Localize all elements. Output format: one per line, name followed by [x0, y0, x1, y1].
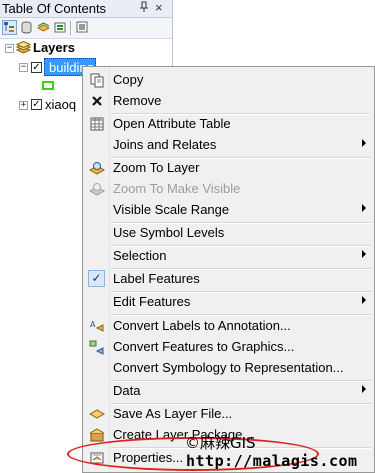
layers-frame-icon: [15, 40, 32, 57]
menu-item-convert-features-to-graphics[interactable]: Convert Features to Graphics...: [85, 337, 370, 357]
menu-item-label: Edit Features: [113, 294, 191, 309]
toolbar-separator: [70, 21, 71, 35]
menu-item-visible-scale-range[interactable]: Visible Scale Range: [85, 200, 370, 220]
menu-item-label: Use Symbol Levels: [113, 225, 225, 240]
watermark-url: http://malagis.com: [186, 452, 358, 470]
toc-title: Table Of Contents: [2, 1, 107, 16]
menu-item-label: Label Features: [113, 271, 200, 286]
watermark-text: ©麻辣GIS: [185, 434, 256, 452]
buildings-collapse-icon[interactable]: −: [19, 63, 28, 72]
menu-item-open-attribute-table[interactable]: Open Attribute Table: [85, 114, 370, 134]
menu-item-label: Convert Symbology to Representation...: [113, 360, 344, 375]
layer-context-menu: Copy Remove Open Attribute Table Joins a…: [82, 66, 375, 473]
zoom-visible-icon: [88, 181, 106, 197]
menu-item-label: Data: [113, 383, 141, 398]
pin-icon[interactable]: [139, 1, 149, 16]
submenu-arrow-icon: [362, 296, 366, 304]
menu-item-selection[interactable]: Selection: [85, 246, 370, 266]
xiaoq-expand-icon[interactable]: +: [19, 101, 28, 110]
menu-item-label: Joins and Relates: [113, 137, 217, 152]
submenu-arrow-icon: [362, 139, 366, 147]
convert-features-icon: [89, 339, 105, 355]
menu-item-convert-symbology-to-representation[interactable]: Convert Symbology to Representation...: [85, 358, 370, 378]
menu-item-zoom-to-layer[interactable]: Zoom To Layer: [85, 158, 370, 178]
submenu-arrow-icon: [362, 385, 366, 393]
menu-item-label: Zoom To Layer: [113, 160, 200, 175]
menu-item-label-features[interactable]: ✓ Label Features: [85, 269, 370, 289]
convert-labels-icon: A: [89, 318, 105, 334]
toc-toolbar: [0, 18, 172, 39]
svg-text:A: A: [90, 320, 96, 329]
layer-xiaoq-name[interactable]: xiaoq: [45, 97, 76, 112]
menu-item-joins-and-relates[interactable]: Joins and Relates: [85, 135, 370, 155]
menu-item-copy[interactable]: Copy: [85, 70, 370, 90]
menu-item-label: Selection: [113, 248, 167, 263]
submenu-arrow-icon: [362, 204, 366, 212]
remove-icon: [89, 93, 105, 109]
close-icon[interactable]: ×: [155, 0, 163, 15]
list-by-selection-icon[interactable]: [53, 20, 68, 35]
menu-item-save-as-layer-file[interactable]: Save As Layer File...: [85, 404, 370, 424]
list-by-drawing-order-icon[interactable]: [2, 20, 17, 35]
menu-item-use-symbol-levels[interactable]: Use Symbol Levels: [85, 223, 370, 243]
menu-item-label: Visible Scale Range: [113, 202, 230, 217]
menu-item-zoom-to-make-visible[interactable]: Zoom To Make Visible: [85, 179, 370, 199]
buildings-visibility-checkbox[interactable]: ✓: [31, 62, 42, 73]
checkmark-icon: ✓: [88, 270, 105, 287]
menu-item-label: Convert Features to Graphics...: [113, 339, 295, 354]
layers-label[interactable]: Layers: [33, 40, 75, 55]
zoom-to-layer-icon: [88, 160, 106, 176]
menu-item-label: Zoom To Make Visible: [113, 181, 241, 196]
menu-item-convert-labels-to-annotation[interactable]: A Convert Labels to Annotation...: [85, 316, 370, 336]
menu-item-label: Convert Labels to Annotation...: [113, 318, 291, 333]
menu-item-data[interactable]: Data: [85, 381, 370, 401]
buildings-symbol-swatch[interactable]: [42, 81, 54, 90]
submenu-arrow-icon: [362, 250, 366, 258]
xiaoq-visibility-checkbox[interactable]: ✓: [31, 99, 42, 110]
menu-item-edit-features[interactable]: Edit Features: [85, 292, 370, 312]
list-by-visibility-icon[interactable]: [36, 20, 51, 35]
list-by-source-icon[interactable]: [19, 20, 34, 35]
menu-item-remove[interactable]: Remove: [85, 91, 370, 111]
layer-file-icon: [88, 406, 106, 422]
menu-item-label: Remove: [113, 93, 162, 108]
options-icon[interactable]: [75, 20, 90, 35]
layers-collapse-icon[interactable]: −: [5, 44, 14, 53]
toc-titlebar: Table Of Contents ×: [0, 0, 172, 18]
menu-item-label: Open Attribute Table: [113, 116, 231, 131]
table-icon: [89, 116, 105, 132]
copy-icon: [89, 72, 105, 88]
layer-package-icon: [89, 427, 105, 443]
menu-item-label: Save As Layer File...: [113, 406, 233, 421]
menu-item-label: Copy: [113, 72, 144, 87]
